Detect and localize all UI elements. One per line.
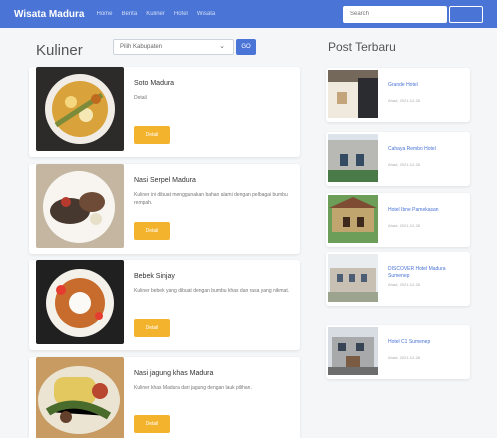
recent-post-card[interactable]: DISCOVER Hotel Madura Sumenep Ahad, 2021… <box>326 252 470 306</box>
kuliner-image <box>36 67 124 151</box>
recent-post-card[interactable]: Hotel C1 Sumenep Ahad, 2021-12-28 <box>326 325 470 379</box>
kuliner-description: Kuliner bebek yang dibuat dengan bumbu k… <box>134 288 290 294</box>
post-title-link[interactable]: Cahaya Rembo Hotel <box>388 146 464 153</box>
nasi-serpel-photo <box>36 164 124 248</box>
recent-posts-title: Post Terbaru <box>328 40 396 54</box>
kuliner-image <box>36 260 124 344</box>
kuliner-card: Nasi jagung khas Madura Kuliner khas Mad… <box>29 357 300 438</box>
search-button[interactable] <box>449 5 483 23</box>
post-date: Ahad, 2021-12-28 <box>388 98 421 103</box>
post-title-link[interactable]: DISCOVER Hotel Madura Sumenep <box>388 266 464 280</box>
search-input[interactable] <box>343 5 447 23</box>
detail-button[interactable]: Detail <box>134 415 170 433</box>
post-title-link[interactable]: Hotel Ibne Pamekasan <box>388 207 464 214</box>
post-image <box>328 134 378 182</box>
kuliner-card: Nasi Serpel Madura Kuliner ini dibuat me… <box>29 164 300 254</box>
kuliner-title: Nasi Serpel Madura <box>134 177 196 184</box>
kabupaten-select[interactable]: Pilih Kabupaten ⌄ <box>113 39 234 55</box>
soto-madura-photo <box>36 67 124 151</box>
nav-link-home[interactable]: Home <box>96 11 112 17</box>
kuliner-title: Soto Madura <box>134 80 175 87</box>
post-date: Ahad, 2021-12-28 <box>388 282 421 287</box>
nav-link-kuliner[interactable]: Kuliner <box>146 11 165 17</box>
kuliner-image <box>36 357 124 438</box>
post-date: Ahad, 2021-12-28 <box>388 162 421 167</box>
page-title: Kuliner <box>36 42 83 59</box>
nav-link-wisata[interactable]: Wisata <box>197 11 215 17</box>
nav-link-berita[interactable]: Berita <box>122 11 138 17</box>
post-date: Ahad, 2021-12-28 <box>388 223 421 228</box>
detail-button[interactable]: Detail <box>134 222 170 240</box>
post-date: Ahad, 2021-12-28 <box>388 355 421 360</box>
recent-post-card[interactable]: Grande Hotel Ahad, 2021-12-28 <box>326 68 470 122</box>
kuliner-title: Bebek Sinjay <box>134 273 175 280</box>
top-navbar: Wisata Madura Home Berita Kuliner Hotel … <box>0 0 497 28</box>
detail-button[interactable]: Detail <box>134 126 170 144</box>
nav-link-hotel[interactable]: Hotel <box>174 11 188 17</box>
recent-post-card[interactable]: Cahaya Rembo Hotel Ahad, 2021-12-28 <box>326 132 470 186</box>
kuliner-image <box>36 164 124 248</box>
nasi-jagung-photo <box>36 357 124 438</box>
recent-post-card[interactable]: Hotel Ibne Pamekasan Ahad, 2021-12-28 <box>326 193 470 247</box>
chevron-down-icon: ⌄ <box>219 43 225 50</box>
brand-logo[interactable]: Wisata Madura <box>14 9 84 20</box>
search-form <box>343 5 483 23</box>
post-image <box>328 70 378 118</box>
kuliner-card: Soto Madura Detail Detail <box>29 67 300 157</box>
kuliner-description: Kuliner ini dibuat menggunakan bahan ala… <box>134 192 288 206</box>
post-image <box>328 195 378 243</box>
kuliner-description: Kuliner khas Madura dari jagung dengan l… <box>134 385 252 391</box>
detail-button[interactable]: Detail <box>134 319 170 337</box>
post-image <box>328 327 378 375</box>
kuliner-title: Nasi jagung khas Madura <box>134 370 214 377</box>
main-content: Kuliner Pilih Kabupaten ⌄ GO Soto Madura… <box>0 28 497 438</box>
post-title-link[interactable]: Hotel C1 Sumenep <box>388 339 464 346</box>
post-title-link[interactable]: Grande Hotel <box>388 82 464 89</box>
kuliner-card: Bebek Sinjay Kuliner bebek yang dibuat d… <box>29 260 300 350</box>
kuliner-description: Detail <box>134 95 147 101</box>
bebek-sinjay-photo <box>36 260 124 344</box>
post-image <box>328 254 378 302</box>
filter-submit-button[interactable]: GO <box>236 39 256 55</box>
kabupaten-select-value: Pilih Kabupaten <box>120 44 163 50</box>
